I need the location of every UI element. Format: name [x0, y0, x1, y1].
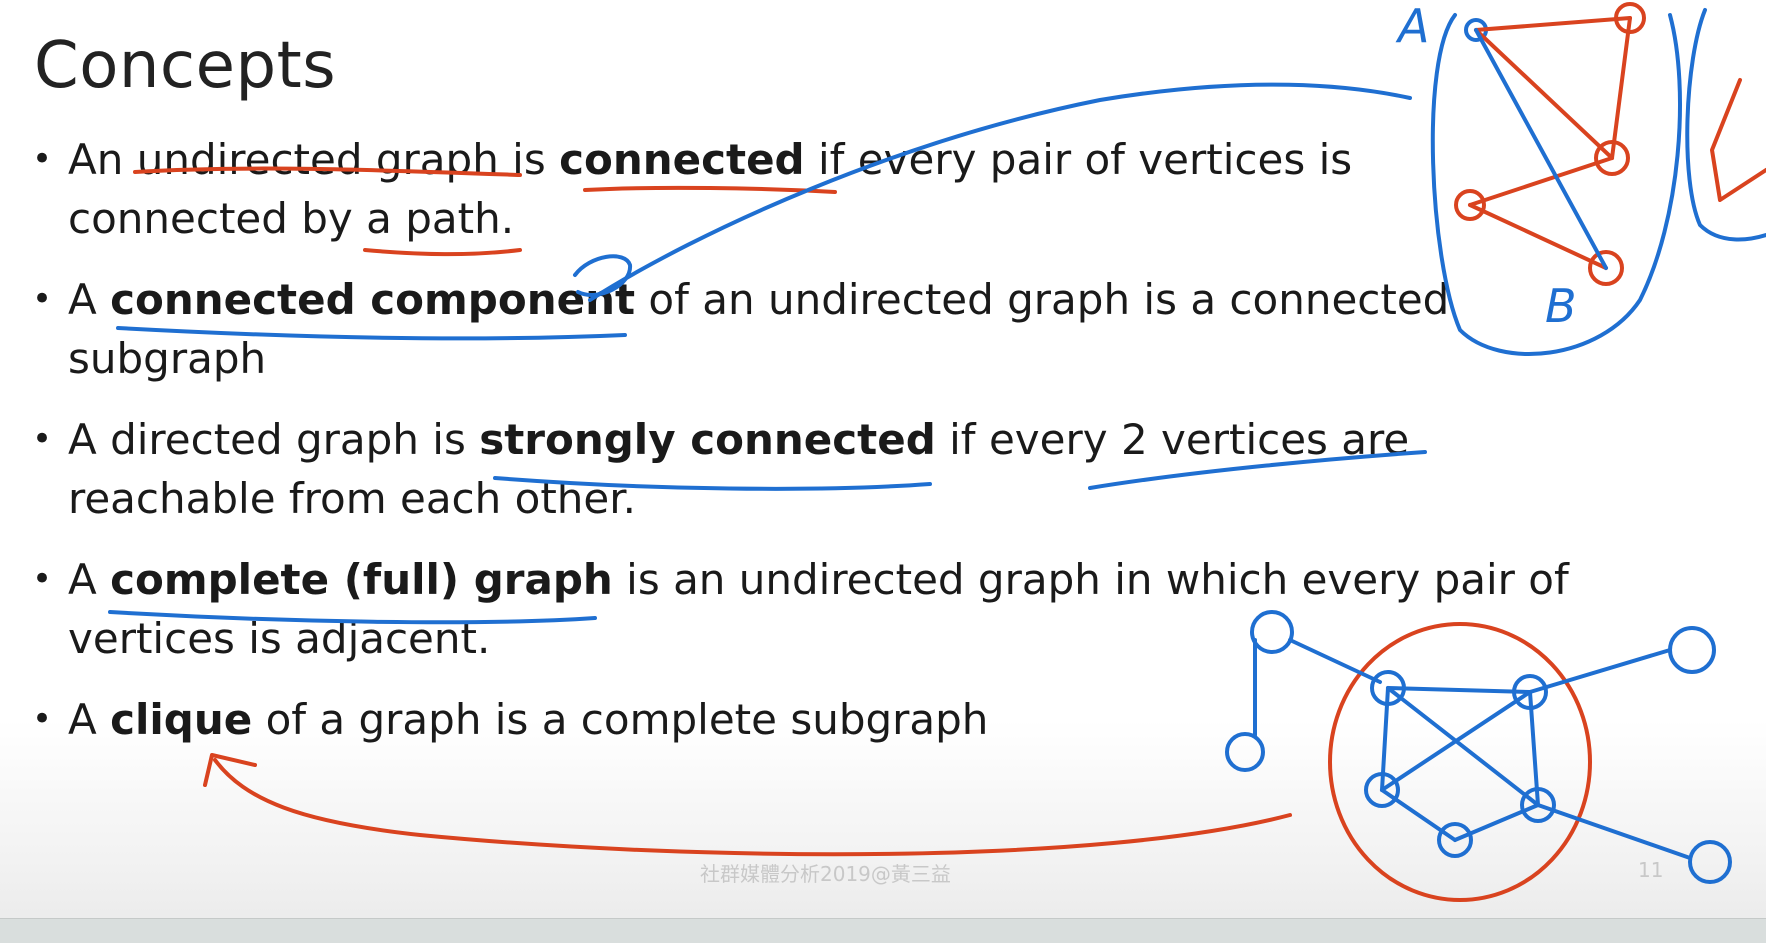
key-term: connected component	[110, 275, 636, 324]
key-term: connected	[559, 135, 805, 184]
bullet-dot: •	[32, 139, 53, 179]
bullet-list: • An undirected graph is connected if eve…	[30, 130, 1650, 771]
bullet-text: A	[68, 555, 111, 604]
arrow-to-clique	[213, 758, 1292, 857]
bullet-dot: •	[32, 419, 53, 459]
slide: Concepts • An undirected graph is connect…	[0, 0, 1766, 943]
key-term: clique	[110, 695, 253, 744]
label-a: A	[1395, 0, 1429, 53]
bullet-text: An undirected graph is	[68, 135, 560, 184]
bullet-text: of a graph is a complete subgraph	[252, 695, 989, 744]
bullet-dot: •	[32, 699, 53, 739]
slide-footer: 社群媒體分析2019@黃三益	[700, 862, 951, 886]
key-term: strongly connected	[479, 415, 936, 464]
bullet-text: A directed graph is	[68, 415, 480, 464]
bullet-text: A	[68, 695, 111, 744]
key-term: complete (full) graph	[110, 555, 613, 604]
slide-title: Concepts	[34, 28, 337, 103]
page-number: 11	[1638, 858, 1664, 882]
bullet-text: A	[68, 275, 111, 324]
bullet-item: • A clique of a graph is a complete subgr…	[30, 690, 1650, 749]
bottom-bar	[0, 918, 1766, 943]
bullet-item: • A complete (full) graph is an undirecte…	[30, 550, 1688, 668]
bullet-dot: •	[32, 559, 53, 599]
bullet-item: • A directed graph is strongly connected …	[30, 410, 1528, 528]
bullet-item: • A connected component of an undirected …	[30, 270, 1568, 388]
bullet-dot: •	[32, 279, 53, 319]
bullet-item: • An undirected graph is connected if eve…	[30, 130, 1458, 248]
